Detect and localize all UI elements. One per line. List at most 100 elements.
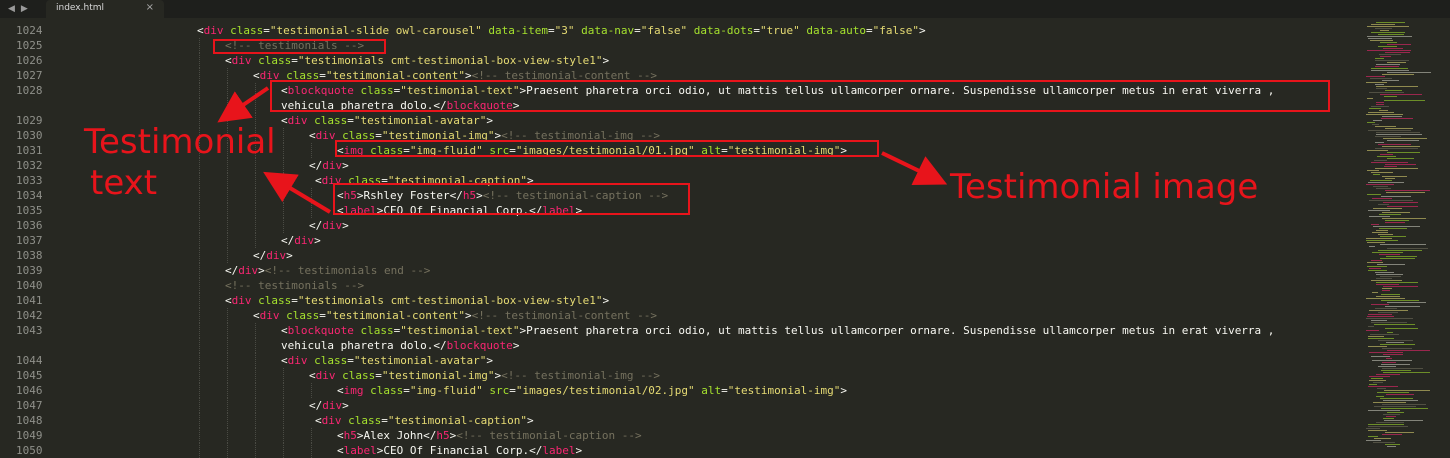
- minimap-line: [1375, 84, 1384, 85]
- minimap-line: [1387, 206, 1418, 207]
- minimap-line: [1376, 22, 1405, 23]
- annotation-arrows: [217, 86, 948, 214]
- minimap-line: [1378, 144, 1411, 145]
- minimap-line: [1385, 444, 1400, 445]
- minimap-line: [1379, 254, 1400, 255]
- minimap-line: [1368, 336, 1384, 337]
- minimap-line: [1367, 150, 1388, 151]
- minimap-line: [1367, 170, 1379, 171]
- minimap-line: [1369, 92, 1404, 93]
- minimap-line: [1366, 440, 1381, 441]
- minimap-line: [1385, 190, 1430, 191]
- minimap-line: [1368, 130, 1411, 131]
- minimap-line: [1371, 106, 1389, 107]
- minimap-line: [1385, 220, 1409, 221]
- minimap-line: [1377, 264, 1405, 265]
- minimap-line: [1376, 284, 1399, 285]
- minimap-line: [1376, 396, 1384, 397]
- minimap-line: [1387, 412, 1404, 413]
- minimap-line: [1383, 138, 1427, 139]
- minimap-line: [1387, 248, 1428, 249]
- minimap-line: [1368, 386, 1398, 387]
- minimap-line: [1380, 258, 1415, 259]
- minimap-line: [1376, 296, 1400, 297]
- minimap-line: [1384, 96, 1397, 97]
- minimap-line: [1368, 424, 1404, 425]
- minimap-line: [1385, 90, 1402, 91]
- minimap-line: [1368, 38, 1392, 39]
- minimap-line: [1385, 306, 1420, 307]
- minimap-line: [1370, 40, 1393, 41]
- minimap-line: [1375, 168, 1418, 169]
- minimap-line: [1368, 182, 1404, 183]
- minimap-line: [1383, 418, 1394, 419]
- minimap-line: [1366, 298, 1405, 299]
- minimap-line: [1377, 388, 1386, 389]
- minimap-line: [1369, 310, 1408, 311]
- minimap-line: [1385, 52, 1410, 53]
- arrow-to-testimonial-caption: [263, 171, 332, 214]
- minimap-line: [1371, 24, 1395, 25]
- minimap-line: [1367, 26, 1409, 27]
- minimap-line: [1383, 286, 1418, 287]
- minimap-line: [1385, 328, 1418, 329]
- minimap-line: [1385, 164, 1416, 165]
- minimap-line: [1384, 166, 1397, 167]
- minimap-line: [1366, 114, 1403, 115]
- minimap-line: [1377, 156, 1396, 157]
- label-testimonial-image: Testimonial image: [950, 167, 1259, 207]
- minimap-line: [1382, 212, 1410, 213]
- minimap-line: [1368, 270, 1387, 271]
- minimap-line: [1386, 358, 1392, 359]
- minimap-line: [1381, 408, 1428, 409]
- minimap-line: [1380, 30, 1389, 31]
- minimap-line: [1382, 290, 1390, 291]
- minimap-line: [1374, 406, 1416, 407]
- minimap-line: [1371, 32, 1405, 33]
- minimap-line: [1366, 318, 1413, 319]
- minimap-line: [1382, 176, 1407, 177]
- minimap-line: [1383, 354, 1403, 355]
- minimap-line: [1385, 178, 1395, 179]
- minimap-line: [1366, 330, 1379, 331]
- minimap-line: [1367, 316, 1394, 317]
- label-text: text: [90, 163, 158, 203]
- minimap-line: [1371, 356, 1390, 357]
- minimap-line: [1369, 268, 1381, 269]
- minimap-line: [1376, 132, 1420, 133]
- minimap-line: [1371, 172, 1393, 173]
- minimap-line: [1384, 390, 1430, 391]
- minimap[interactable]: [1358, 18, 1450, 450]
- minimap-line: [1369, 108, 1381, 109]
- minimap-line: [1378, 250, 1422, 251]
- minimap-line: [1373, 382, 1383, 383]
- minimap-line: [1385, 128, 1413, 129]
- minimap-line: [1381, 364, 1410, 365]
- minimap-line: [1380, 398, 1413, 399]
- minimap-line: [1367, 242, 1385, 243]
- minimap-line: [1366, 428, 1380, 429]
- minimap-line: [1375, 308, 1397, 309]
- minimap-line: [1376, 64, 1400, 65]
- minimap-line: [1382, 116, 1402, 117]
- minimap-line: [1387, 62, 1406, 63]
- minimap-line: [1371, 304, 1389, 305]
- minimap-line: [1387, 158, 1414, 159]
- minimap-line: [1376, 230, 1388, 231]
- minimap-line: [1369, 216, 1390, 217]
- minimap-line: [1376, 188, 1391, 189]
- label-testimonial: Testimonial: [84, 122, 276, 162]
- minimap-line: [1367, 266, 1387, 267]
- minimap-line: [1382, 404, 1426, 405]
- minimap-line: [1382, 348, 1412, 349]
- minimap-line: [1369, 376, 1390, 377]
- minimap-line: [1381, 370, 1411, 371]
- minimap-line: [1367, 36, 1412, 37]
- minimap-line: [1387, 140, 1419, 141]
- minimap-line: [1372, 124, 1379, 125]
- minimap-line: [1370, 180, 1392, 181]
- minimap-line: [1375, 136, 1401, 137]
- minimap-line: [1375, 272, 1394, 273]
- minimap-line: [1376, 278, 1392, 279]
- minimap-canvas: [1366, 22, 1431, 447]
